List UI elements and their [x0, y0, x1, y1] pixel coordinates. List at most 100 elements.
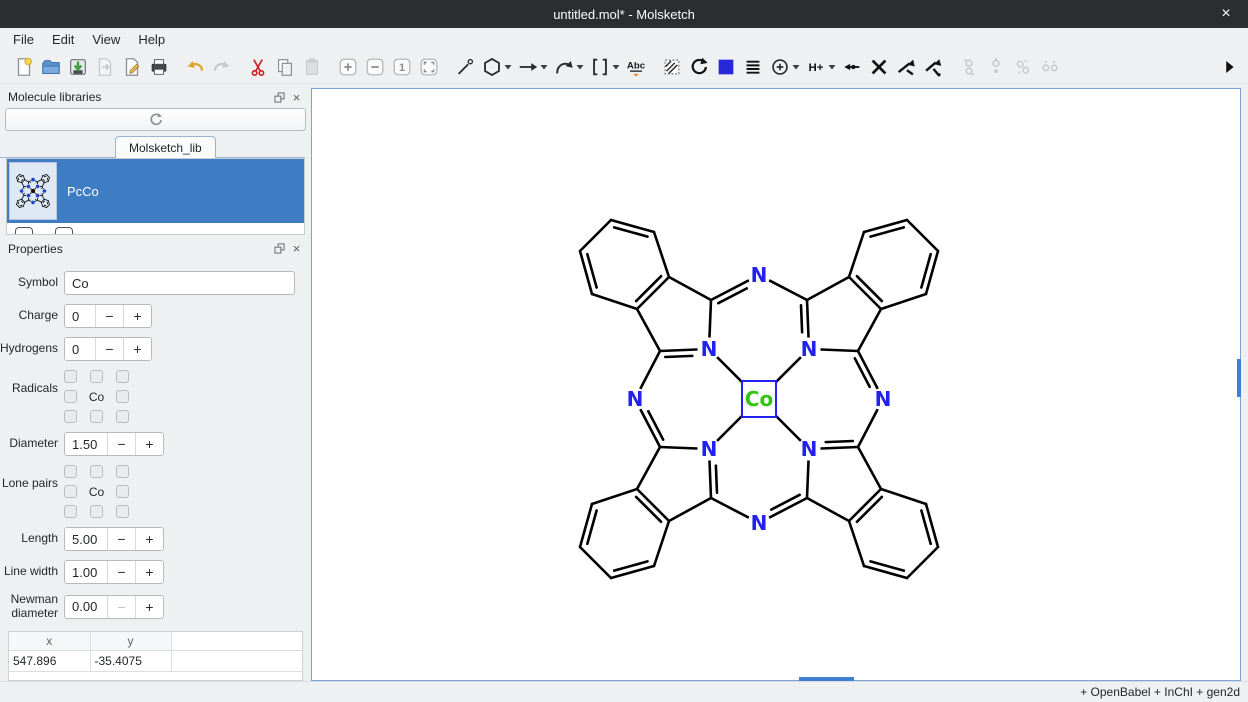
color-button[interactable] [712, 53, 739, 80]
lone-pair-checkbox[interactable] [64, 505, 77, 518]
open-button[interactable] [37, 53, 64, 80]
close-panel-icon[interactable]: × [288, 90, 305, 105]
lone-pair-checkbox[interactable] [116, 485, 129, 498]
atom-label-n[interactable]: N [751, 511, 768, 535]
line-width-increment-button[interactable]: + [135, 561, 163, 583]
lone-pair-checkbox[interactable] [64, 465, 77, 478]
atom-label-n[interactable]: N [627, 387, 644, 411]
zoom-out-button[interactable] [361, 53, 388, 80]
molecule-tool-2-button[interactable] [982, 53, 1009, 80]
charge-value[interactable]: 0 [65, 305, 95, 327]
toolbar-overflow-button[interactable] [1215, 53, 1242, 80]
lone-pair-checkbox[interactable] [64, 485, 77, 498]
rotate-button[interactable] [685, 53, 712, 80]
line-width-value[interactable]: 1.00 [65, 561, 107, 583]
diameter-increment-button[interactable]: + [135, 433, 163, 455]
library-item-pcco[interactable]: PcCo [7, 159, 304, 223]
newman-diameter-decrement-button[interactable]: − [107, 596, 135, 618]
atom-label-n[interactable]: N [701, 337, 718, 361]
flip-bond-button[interactable] [892, 53, 919, 80]
undo-button[interactable] [181, 53, 208, 80]
coordinate-x-cell[interactable]: 547.896 [9, 651, 90, 672]
radical-checkbox[interactable] [64, 410, 77, 423]
delete-button[interactable] [865, 53, 892, 80]
draw-bond-button[interactable] [451, 53, 478, 80]
length-increment-button[interactable]: + [135, 528, 163, 550]
atom-label-n[interactable]: N [801, 337, 818, 361]
reaction-arrow-button[interactable] [514, 53, 541, 80]
float-panel-icon[interactable] [271, 241, 288, 256]
mechanism-arrow-button[interactable] [550, 53, 577, 80]
zoom-fit-button[interactable] [415, 53, 442, 80]
lone-pair-checkbox[interactable] [116, 465, 129, 478]
lone-pair-checkbox[interactable] [90, 505, 103, 518]
radical-checkbox[interactable] [90, 410, 103, 423]
line-width-decrement-button[interactable]: − [107, 561, 135, 583]
newman-diameter-value[interactable]: 0.00 [65, 596, 107, 618]
menu-edit[interactable]: Edit [43, 30, 83, 49]
molecule-tool-4-button[interactable] [1036, 53, 1063, 80]
menu-help[interactable]: Help [129, 30, 174, 49]
hydrogens-increment-button[interactable]: + [123, 338, 151, 360]
copy-button[interactable] [271, 53, 298, 80]
molecule-tool-3-button[interactable] [1009, 53, 1036, 80]
radical-checkbox[interactable] [90, 370, 103, 383]
diameter-value[interactable]: 1.50 [65, 433, 107, 455]
atom-label-n[interactable]: N [701, 437, 718, 461]
paste-button[interactable] [298, 53, 325, 80]
coordinate-y-cell[interactable]: -35.4075 [90, 651, 171, 672]
print-button[interactable] [145, 53, 172, 80]
length-decrement-button[interactable]: − [107, 528, 135, 550]
library-item-next-partial[interactable] [7, 223, 304, 235]
new-button[interactable] [10, 53, 37, 80]
text-tool-button[interactable]: Abc [622, 53, 649, 80]
ring-button[interactable] [478, 53, 505, 80]
molecule-tool-1-button[interactable] [955, 53, 982, 80]
length-value[interactable]: 5.00 [65, 528, 107, 550]
save-as-button[interactable] [91, 53, 118, 80]
line-width-button[interactable] [739, 53, 766, 80]
vertical-scrollbar[interactable] [1237, 359, 1241, 397]
hydrogen-button[interactable]: H+ [802, 53, 829, 80]
molecule-canvas[interactable]: Co N N N N N N N N [312, 89, 1240, 680]
selected-atom-co[interactable]: Co [742, 381, 776, 417]
atom-label-n[interactable]: N [875, 387, 892, 411]
tab-molsketch-lib[interactable]: Molsketch_lib [115, 136, 216, 158]
brackets-button[interactable] [586, 53, 613, 80]
symbol-field[interactable] [64, 271, 295, 295]
zoom-in-button[interactable] [334, 53, 361, 80]
radical-checkbox[interactable] [116, 390, 129, 403]
lone-pair-checkbox[interactable] [116, 505, 129, 518]
zoom-original-button[interactable]: 1 [388, 53, 415, 80]
close-panel-icon[interactable]: × [288, 241, 305, 256]
cut-button[interactable] [244, 53, 271, 80]
lone-pair-checkbox[interactable] [90, 465, 103, 478]
radical-checkbox[interactable] [64, 370, 77, 383]
menu-file[interactable]: File [4, 30, 43, 49]
flip-bond-2-button[interactable] [919, 53, 946, 80]
redo-button[interactable] [208, 53, 235, 80]
coordinate-column-x[interactable]: x [9, 632, 90, 651]
radical-checkbox[interactable] [116, 410, 129, 423]
save-button[interactable] [64, 53, 91, 80]
newman-diameter-increment-button[interactable]: + [135, 596, 163, 618]
diameter-decrement-button[interactable]: − [107, 433, 135, 455]
radical-checkbox[interactable] [116, 370, 129, 383]
close-window-button[interactable]: × [1212, 0, 1240, 28]
charge-button[interactable] [766, 53, 793, 80]
refresh-libraries-button[interactable] [5, 108, 306, 130]
dative-bond-button[interactable] [838, 53, 865, 80]
atom-label-n[interactable]: N [801, 437, 818, 461]
hydrogens-decrement-button[interactable]: − [95, 338, 123, 360]
coordinate-column-y[interactable]: y [90, 632, 171, 651]
radical-checkbox[interactable] [64, 390, 77, 403]
charge-decrement-button[interactable]: − [95, 305, 123, 327]
hatch-button[interactable] [658, 53, 685, 80]
drawing-canvas[interactable]: Co N N N N N N N N [311, 88, 1241, 681]
hydrogens-value[interactable]: 0 [65, 338, 95, 360]
atom-label-n[interactable]: N [751, 263, 768, 287]
charge-increment-button[interactable]: + [123, 305, 151, 327]
export-button[interactable] [118, 53, 145, 80]
float-panel-icon[interactable] [271, 90, 288, 105]
menu-view[interactable]: View [83, 30, 129, 49]
